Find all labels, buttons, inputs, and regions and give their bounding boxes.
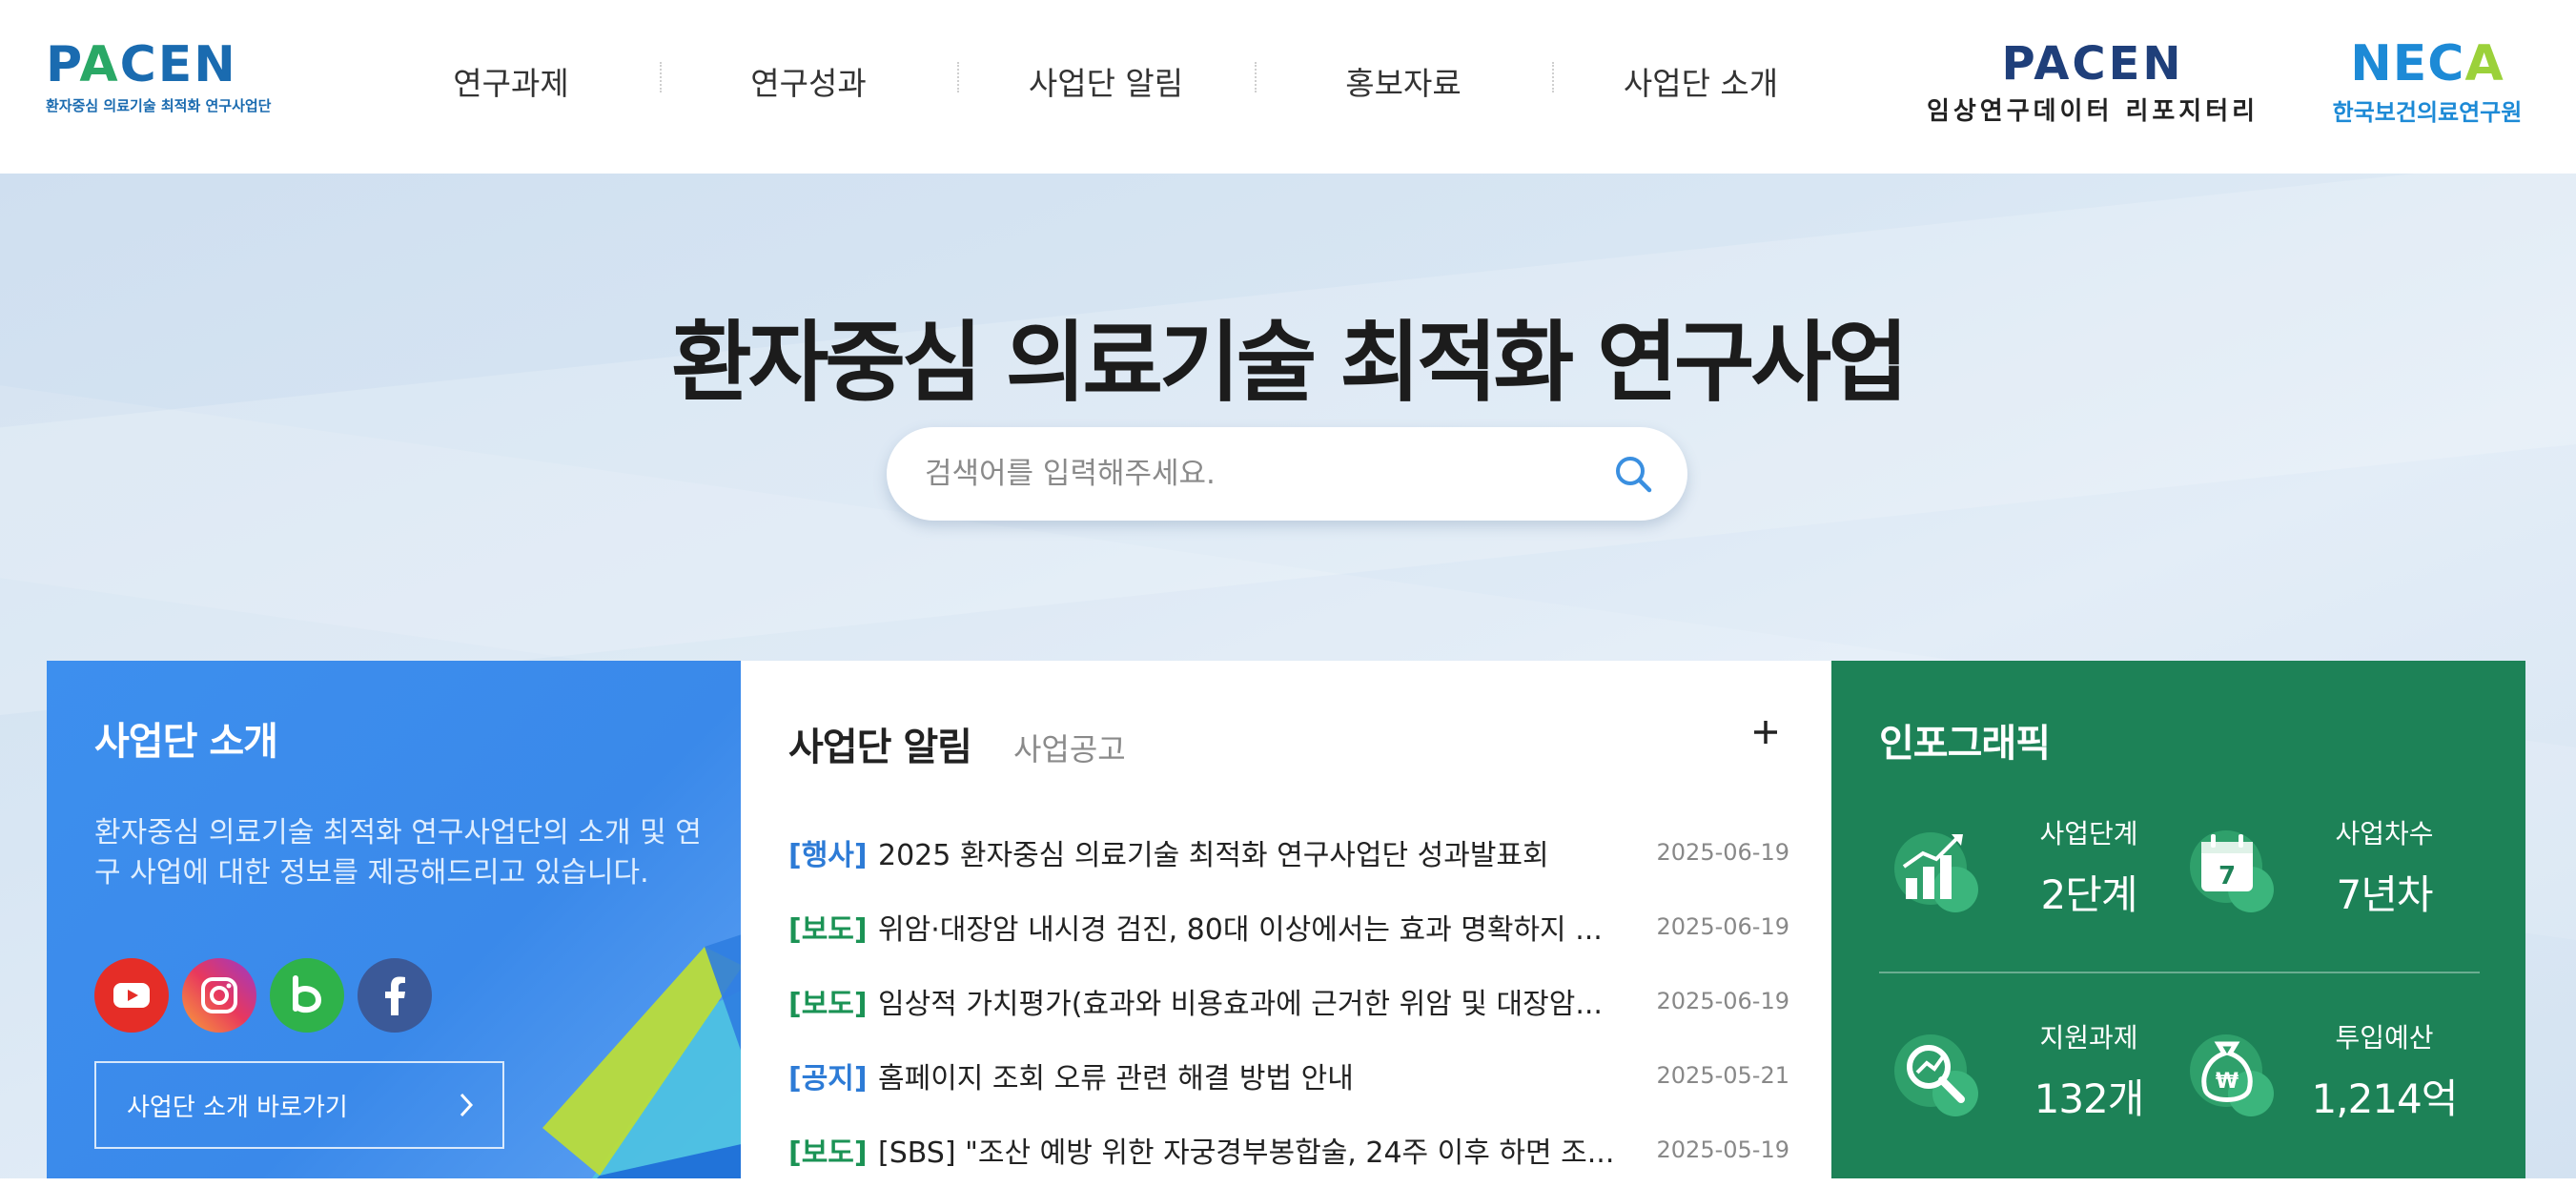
notice-tag: [보도] <box>788 988 868 1021</box>
notice-date: 2025-05-19 <box>1656 1136 1789 1163</box>
chevron-right-icon <box>460 1093 474 1117</box>
growth-chart-icon <box>1894 832 1978 912</box>
money-bag-icon: ₩ <box>2190 1034 2274 1116</box>
search-icon[interactable] <box>1611 452 1655 496</box>
list-item[interactable]: [보도] [SBS] "조산 예방 위한 자궁경부봉합술, 24주 이후 하면 … <box>788 1113 1789 1187</box>
repository-logo[interactable]: PACEN 임상연구데이터 리포지터리 <box>1926 40 2259 127</box>
logo-wordmark: PACEN <box>46 36 237 93</box>
youtube-icon[interactable] <box>94 958 169 1033</box>
notice-tag: [보도] <box>788 1136 868 1170</box>
infographic-panel: 인포그래픽 사업단계 2단계 7 사업차수 7년차 지원과제 132개 ₩ 투입… <box>1831 661 2525 1178</box>
research-magnifier-icon <box>1894 1034 1978 1116</box>
intro-panel: 사업단 소개 환자중심 의료기술 최적화 연구사업단의 소개 및 연구 사업에 … <box>47 661 741 1178</box>
notice-date: 2025-05-21 <box>1656 1062 1789 1089</box>
about-shortcut-label: 사업단 소개 바로가기 <box>127 1093 348 1122</box>
svg-text:7: 7 <box>2218 862 2236 890</box>
infographic-label: 투입예산 <box>2335 1022 2434 1054</box>
logo-subtitle: 환자중심 의료기술 최적화 연구사업단 <box>46 97 272 114</box>
about-shortcut-button[interactable]: 사업단 소개 바로가기 <box>94 1061 504 1149</box>
svg-text:₩: ₩ <box>2216 1070 2239 1094</box>
infographic-label: 사업단계 <box>2039 818 2138 849</box>
search-input[interactable] <box>925 448 1592 500</box>
intro-title: 사업단 소개 <box>94 720 278 764</box>
blog-icon[interactable] <box>270 958 344 1033</box>
notice-title[interactable]: 홈페이지 조회 오류 관련 해결 방법 안내 <box>878 1054 1622 1096</box>
sns-links <box>94 958 432 1033</box>
nav-item-pr-materials[interactable]: 홍보자료 <box>1255 58 1552 104</box>
notice-tag: [보도] <box>788 913 868 947</box>
infographic-label: 사업차수 <box>2335 818 2434 849</box>
infographic-value: 7년차 <box>2336 871 2433 918</box>
decorative-ribbon-graphic <box>542 934 741 1178</box>
facebook-icon[interactable] <box>358 958 432 1033</box>
plus-icon[interactable] <box>1751 718 1780 747</box>
notice-tabs: 사업단 알림 사업공고 <box>788 716 1126 771</box>
infographic-value: 132개 <box>2034 1075 2145 1122</box>
search-box <box>887 427 1687 521</box>
infographic-divider <box>1879 972 2480 973</box>
tab-business-announcements[interactable]: 사업공고 <box>1013 726 1126 769</box>
nav-item-about[interactable]: 사업단 소개 <box>1552 58 1850 104</box>
list-item[interactable]: [행사] 2025 환자중심 의료기술 최적화 연구사업단 성과발표회 2025… <box>788 815 1789 890</box>
nav-item-notices[interactable]: 사업단 알림 <box>957 58 1255 104</box>
intro-description: 환자중심 의료기술 최적화 연구사업단의 소개 및 연구 사업에 대한 정보를 … <box>94 816 702 890</box>
notice-title[interactable]: [SBS] "조산 예방 위한 자궁경부봉합술, 24주 이후 하면 조... <box>878 1129 1622 1171</box>
notice-date: 2025-06-19 <box>1656 913 1789 940</box>
calendar-icon: 7 <box>2190 830 2274 912</box>
infographic-label: 지원과제 <box>2039 1022 2138 1054</box>
repository-subtitle: 임상연구데이터 리포지터리 <box>1926 97 2259 126</box>
notice-tag: [행사] <box>788 839 868 872</box>
infographic-value: 1,214억 <box>2311 1075 2459 1122</box>
neca-wordmark: NECA <box>2350 35 2504 92</box>
instagram-icon[interactable] <box>182 958 256 1033</box>
notice-title[interactable]: 임상적 가치평가(효과와 비용효과에 근거한 위암 및 대장암... <box>878 980 1622 1022</box>
infographic-value: 2단계 <box>2040 871 2137 918</box>
infographic-supported-projects: 지원과제 132개 <box>1879 1017 2184 1160</box>
tab-notices[interactable]: 사업단 알림 <box>788 716 972 771</box>
infographic-budget: ₩ 투입예산 1,214억 <box>2175 1017 2480 1160</box>
neca-subtitle: 한국보건의료연구원 <box>2332 99 2523 126</box>
notice-date: 2025-06-19 <box>1656 839 1789 866</box>
list-item[interactable]: [보도] 위암·대장암 내시경 검진, 80대 이상에서는 효과 명확하지 ..… <box>788 890 1789 964</box>
pacen-logo[interactable]: PACEN 환자중심 의료기술 최적화 연구사업단 <box>46 38 294 118</box>
main-nav: 연구과제 연구성과 사업단 알림 홍보자료 사업단 소개 <box>362 0 1850 162</box>
site-header: PACEN 환자중심 의료기술 최적화 연구사업단 연구과제 연구성과 사업단 … <box>0 0 2576 174</box>
list-item[interactable]: [공지] 홈페이지 조회 오류 관련 해결 방법 안내 2025-05-21 <box>788 1038 1789 1113</box>
notice-title[interactable]: 위암·대장암 내시경 검진, 80대 이상에서는 효과 명확하지 ... <box>878 906 1622 948</box>
hero-title: 환자중심 의료기술 최적화 연구사업 <box>671 312 1909 414</box>
infographic-business-year: 7 사업차수 7년차 <box>2175 813 2480 956</box>
notice-tag: [공지] <box>788 1062 868 1095</box>
notice-title[interactable]: 2025 환자중심 의료기술 최적화 연구사업단 성과발표회 <box>878 831 1622 873</box>
nav-item-research-projects[interactable]: 연구과제 <box>362 58 660 104</box>
infographic-business-stage: 사업단계 2단계 <box>1879 813 2184 956</box>
neca-logo[interactable]: NECA 한국보건의료연구원 <box>2326 38 2528 127</box>
infographic-title: 인포그래픽 <box>1879 722 2051 766</box>
list-item[interactable]: [보도] 임상적 가치평가(효과와 비용효과에 근거한 위암 및 대장암... … <box>788 964 1789 1038</box>
notice-date: 2025-06-19 <box>1656 988 1789 1014</box>
nav-item-research-results[interactable]: 연구성과 <box>660 58 957 104</box>
repository-wordmark: PACEN <box>2001 37 2184 91</box>
notice-panel: 사업단 알림 사업공고 [행사] 2025 환자중심 의료기술 최적화 연구사업… <box>741 661 1831 1178</box>
notice-list: [행사] 2025 환자중심 의료기술 최적화 연구사업단 성과발표회 2025… <box>788 815 1789 1187</box>
